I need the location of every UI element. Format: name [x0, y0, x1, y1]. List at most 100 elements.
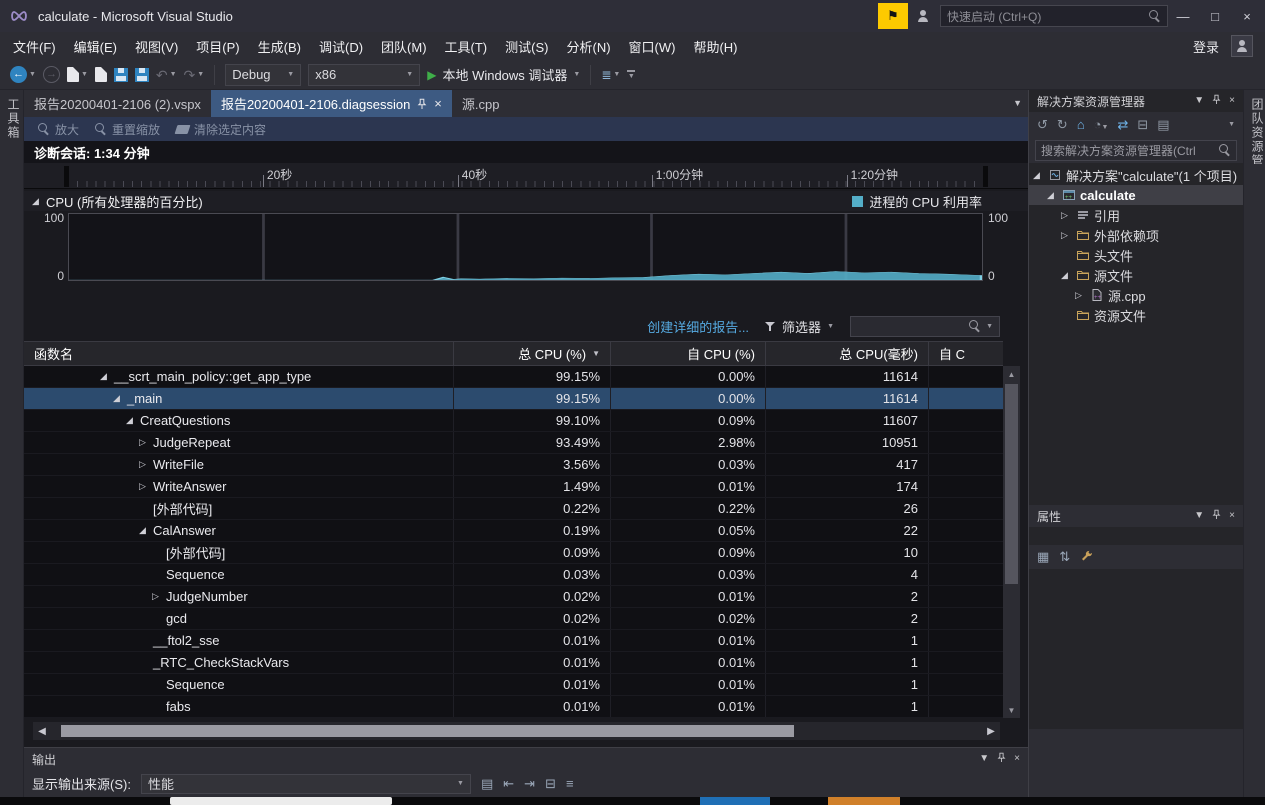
table-row[interactable]: gcd 0.02% 0.02% 2: [24, 608, 1003, 630]
table-row[interactable]: Sequence 0.03% 0.03% 4: [24, 564, 1003, 586]
table-row[interactable]: ▷ JudgeNumber 0.02% 0.01% 2: [24, 586, 1003, 608]
pin-icon[interactable]: [1212, 94, 1221, 108]
table-row[interactable]: Sequence 0.01% 0.01% 1: [24, 674, 1003, 696]
expand-arrow-icon[interactable]: ◢: [126, 416, 140, 425]
close-icon[interactable]: ×: [1229, 511, 1235, 521]
maximize-button[interactable]: □: [1199, 0, 1231, 32]
menu-item[interactable]: 工具(T): [436, 32, 497, 61]
table-row[interactable]: [外部代码] 0.22% 0.22% 26: [24, 498, 1003, 520]
clear-all-icon[interactable]: ⊟: [545, 776, 556, 792]
close-icon[interactable]: ×: [1014, 754, 1020, 764]
undo-button[interactable]: ↶ ▼: [156, 68, 177, 82]
table-row[interactable]: [外部代码] 0.09% 0.09% 10: [24, 542, 1003, 564]
save-all-button[interactable]: [134, 67, 149, 82]
close-button[interactable]: ×: [1231, 0, 1263, 32]
solution-platform-dropdown[interactable]: x86 ▼: [308, 63, 421, 86]
property-pages-wrench-icon[interactable]: [1080, 549, 1093, 565]
window-position-chevron-icon[interactable]: ▼: [1194, 511, 1204, 521]
open-file-button[interactable]: [94, 67, 107, 82]
solution-search-input[interactable]: 搜索解决方案资源管理器(Ctrl: [1035, 139, 1237, 161]
tree-item[interactable]: ▷ ++ 源.cpp: [1029, 285, 1243, 305]
tree-item[interactable]: ◢ 源文件: [1029, 265, 1243, 285]
home-icon[interactable]: ⌂: [1077, 117, 1085, 132]
document-list-chevron-icon[interactable]: ▼: [1013, 98, 1022, 108]
expand-arrow-icon[interactable]: ◢: [1047, 190, 1061, 200]
table-row[interactable]: _RTC_CheckStackVars 0.01% 0.01% 1: [24, 652, 1003, 674]
doc-tab[interactable]: 源.cpp: [452, 90, 510, 117]
vertical-scrollbar[interactable]: ▲ ▼: [1003, 366, 1020, 718]
scroll-up-icon[interactable]: ▲: [1003, 366, 1020, 382]
avatar[interactable]: [1231, 35, 1253, 57]
table-row[interactable]: ◢ __scrt_main_policy::get_app_type 99.15% 0…: [24, 366, 1003, 388]
expand-arrow-icon[interactable]: ◢: [139, 526, 153, 535]
menu-item[interactable]: 生成(B): [249, 32, 310, 61]
expand-arrow-icon[interactable]: ▷: [139, 482, 153, 491]
function-search-input[interactable]: ▼: [850, 315, 1000, 337]
tree-item[interactable]: 头文件: [1029, 245, 1243, 265]
expand-arrow-icon[interactable]: ◢: [113, 394, 127, 403]
column-header[interactable]: 总 CPU (%) ▼: [453, 342, 610, 365]
table-row[interactable]: __ftol2_sse 0.01% 0.01% 1: [24, 630, 1003, 652]
scroll-down-icon[interactable]: ▼: [1003, 702, 1020, 718]
toolbox-edge-tab[interactable]: 工具箱: [5, 98, 22, 140]
table-row[interactable]: fabs 0.01% 0.01% 1: [24, 696, 1003, 718]
create-detailed-report-link[interactable]: 创建详细的报告...: [647, 317, 749, 336]
close-icon[interactable]: ×: [434, 97, 442, 110]
zoom-in-button[interactable]: 放大: [38, 121, 79, 138]
tree-item[interactable]: ◢ 解决方案"calculate"(1 个项目): [1029, 165, 1243, 185]
expand-arrow-icon[interactable]: ▷: [1061, 230, 1075, 240]
cpu-section-header[interactable]: ◢ CPU (所有处理器的百分比) 进程的 CPU 利用率: [24, 191, 1028, 211]
alphabetical-sort-icon[interactable]: ⇅: [1059, 549, 1070, 565]
timeline-ruler[interactable]: 20秒 40秒 1:00分钟 1:20分钟: [24, 163, 1028, 189]
feedback-icon[interactable]: [916, 9, 930, 26]
table-row[interactable]: ▷ WriteAnswer 1.49% 0.01% 174: [24, 476, 1003, 498]
tree-item[interactable]: ▷ 引用: [1029, 205, 1243, 225]
menu-item[interactable]: 项目(P): [187, 32, 248, 61]
timeline-left-handle[interactable]: [64, 166, 69, 187]
redo-button[interactable]: ↷ ▼: [184, 68, 205, 82]
menu-item[interactable]: 测试(S): [496, 32, 557, 61]
output-source-dropdown[interactable]: 性能 ▼: [140, 773, 471, 794]
team-explorer-edge-tab[interactable]: 团队资源管理器: [1249, 98, 1265, 164]
doc-tab[interactable]: 报告20200401-2106 (2).vspx: [24, 90, 211, 117]
properties-page-icon[interactable]: ▤: [1157, 117, 1169, 133]
menu-item[interactable]: 团队(M): [372, 32, 436, 61]
expand-arrow-icon[interactable]: ◢: [1033, 170, 1047, 180]
window-position-chevron-icon[interactable]: ▼: [979, 754, 989, 764]
expand-arrow-icon[interactable]: ◢: [100, 372, 114, 381]
expand-arrow-icon[interactable]: ▷: [1075, 290, 1089, 300]
profiler-button[interactable]: ≣ ▼: [601, 68, 620, 82]
pending-changes-filter-icon[interactable]: ◔▼: [1094, 117, 1109, 132]
forward-icon[interactable]: ↻: [1057, 117, 1068, 133]
scroll-right-icon[interactable]: ▶: [982, 726, 1000, 737]
toolbar-options-button[interactable]: ▼: [627, 69, 636, 80]
menu-item[interactable]: 调试(D): [310, 32, 372, 61]
scrollbar-thumb[interactable]: [61, 725, 794, 737]
categorized-icon[interactable]: ▦: [1037, 549, 1049, 565]
collapse-all-icon[interactable]: ⊟: [1137, 117, 1148, 133]
column-header[interactable]: 自 C: [928, 342, 1003, 365]
filter-dropdown[interactable]: 筛选器 ▼: [765, 317, 834, 336]
cpu-utilization-chart[interactable]: 100 0 100 0: [24, 211, 1028, 295]
reset-zoom-button[interactable]: 重置缩放: [95, 121, 160, 138]
pin-icon[interactable]: [997, 752, 1006, 766]
scrollbar-track[interactable]: [51, 722, 982, 740]
jump-previous-icon[interactable]: ⇤: [503, 776, 514, 792]
notifications-flag-button[interactable]: ⚑: [878, 3, 908, 29]
solution-configuration-dropdown[interactable]: Debug ▼: [225, 63, 302, 86]
pin-icon[interactable]: [1212, 509, 1221, 523]
menu-item[interactable]: 编辑(E): [65, 32, 126, 61]
timeline-right-handle[interactable]: [983, 166, 988, 187]
table-row[interactable]: ▷ JudgeRepeat 93.49% 2.98% 10951: [24, 432, 1003, 454]
tree-item[interactable]: 资源文件: [1029, 305, 1243, 325]
save-button[interactable]: [113, 67, 128, 82]
word-wrap-icon[interactable]: ≡: [566, 776, 574, 791]
expand-arrow-icon[interactable]: ◢: [32, 196, 46, 206]
messages-icon[interactable]: ▤: [481, 776, 493, 792]
column-header[interactable]: 总 CPU(毫秒): [765, 342, 928, 365]
menu-item[interactable]: 分析(N): [557, 32, 619, 61]
panel-options-chevron-icon[interactable]: ▼: [1228, 121, 1235, 128]
expand-arrow-icon[interactable]: ▷: [152, 592, 166, 601]
table-row[interactable]: ▷ WriteFile 3.56% 0.03% 417: [24, 454, 1003, 476]
clear-selection-button[interactable]: 清除选定内容: [174, 121, 266, 138]
